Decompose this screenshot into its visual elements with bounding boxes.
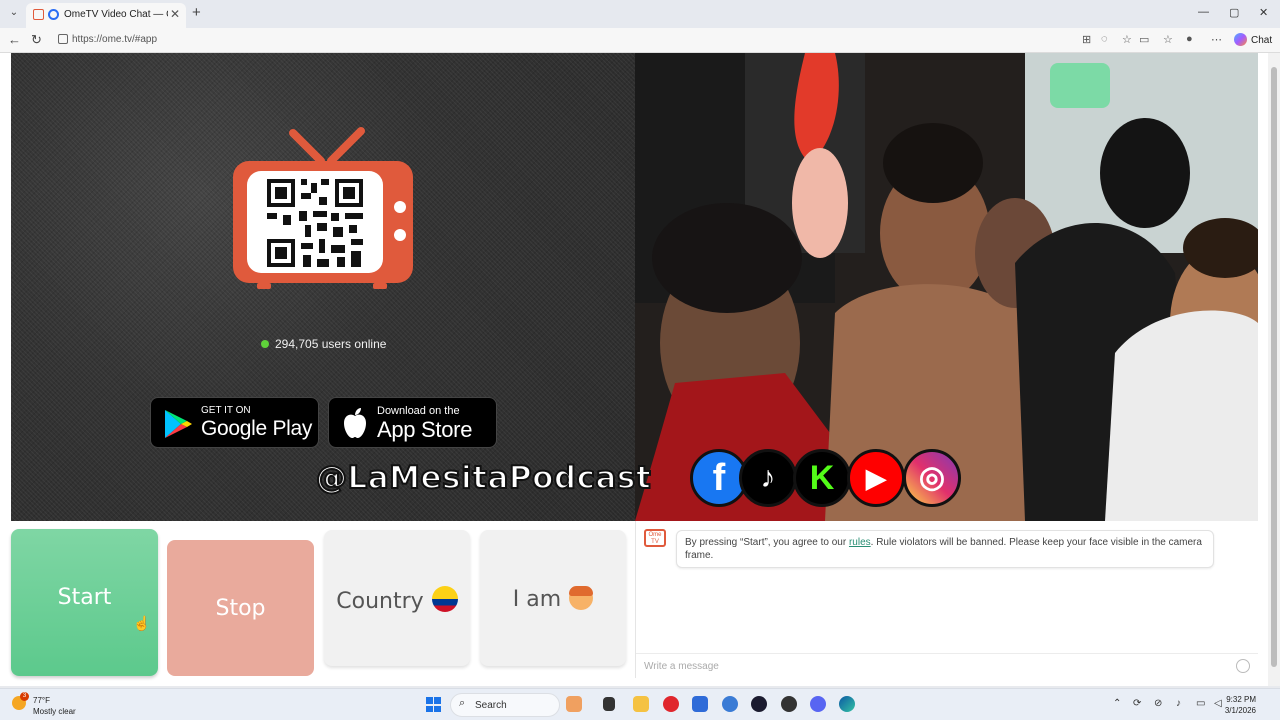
copilot-icon [1234,33,1247,46]
app-store-big: App Store [377,417,473,442]
app-icon[interactable] [722,696,738,712]
app2-icon[interactable] [751,696,767,712]
discord-icon[interactable] [810,696,826,712]
ometv-page: 294,705 users online GET IT ON Google Pl… [0,53,1280,686]
browser-tabbar: ⌄ OmeTV Video Chat — Omegle ✕ + — ▢ ✕ [0,0,1280,28]
weather-temp: 77°F [33,696,50,705]
tiktok-icon: ♪ [739,449,797,507]
favorites-icon[interactable]: ☆ [1163,33,1173,46]
youtube-icon: ▶ [847,449,905,507]
message-placeholder: Write a message [644,661,719,672]
favorite-star-icon[interactable]: ☆ [1122,33,1132,46]
windows-taskbar: 3 77°F Mostly clear ⌕ Search ⌃ ⟳ ⊘ ♪ ▭ ◁ … [0,688,1280,720]
country-label: Country [336,589,424,614]
window-close-button[interactable]: ✕ [1259,6,1268,19]
copilot-chat-button[interactable]: Chat [1234,33,1272,46]
more-options-icon[interactable]: ⋯ [1211,33,1222,46]
instagram-icon: ◎ [903,449,961,507]
ometv-logo-icon: Ome TV [644,529,666,547]
windows-start-icon[interactable] [426,697,441,712]
stop-label: Stop [215,596,266,621]
media-icon[interactable]: ▭ [1139,33,1149,46]
file-explorer-icon[interactable] [633,696,649,712]
taskbar-search[interactable]: ⌕ Search [450,693,560,717]
google-play-small: GET IT ON [201,405,251,416]
task-view-icon[interactable] [603,697,615,711]
profile-avatar-icon[interactable]: ● [1186,33,1193,45]
apple-icon [344,408,366,438]
google-play-icon [165,410,192,438]
split-screen-icon[interactable]: ⊞ [1082,33,1091,46]
edge-icon[interactable] [839,696,855,712]
workspace-icon [33,9,44,20]
tv-qr-icon[interactable] [233,127,413,292]
emoji-icon[interactable] [1236,659,1250,673]
weather-badge: 3 [20,692,29,701]
podcast-handle: @LaMesitaPodcast [315,459,652,497]
url-text: https://ome.tv/#app [72,34,158,45]
volume-icon[interactable]: ◁ [1214,698,1222,709]
scrollbar-thumb[interactable] [1271,67,1277,667]
country-button[interactable]: Country [324,530,470,666]
page-scrollbar[interactable] [1268,53,1280,686]
refresh-icon[interactable]: ↻ [31,32,42,48]
hand-cursor-icon: ☝ [133,615,151,631]
iam-label: I am [512,587,562,612]
tab-ometv[interactable]: OmeTV Video Chat — Omegle ✕ [26,3,186,28]
tab-close-icon[interactable]: ✕ [170,7,180,21]
address-bar[interactable]: https://ome.tv/#app [52,31,1192,50]
minimize-button[interactable]: — [1198,6,1209,18]
taskbar-search-label: Search [475,700,507,711]
rules-link[interactable]: rules [849,537,871,548]
microphone-icon[interactable]: ♪ [1176,698,1181,709]
system-clock[interactable]: 9:32 PM 3/1/2026 [1225,694,1256,716]
browser-toolbar: ← ↻ https://ome.tv/#app ⊞ ◌ ☆ ▭ ☆ ● ⋯ Ch… [0,28,1280,53]
stop-button[interactable]: Stop [167,540,314,676]
tray-sync-icon[interactable]: ⟳ [1133,698,1141,709]
store-icon[interactable] [692,696,708,712]
site-info-icon[interactable] [58,34,68,44]
weather-text: 77°F Mostly clear [33,695,76,717]
site-favicon-icon [48,9,59,20]
kick-icon: K [793,449,851,507]
start-label: Start [57,585,112,610]
app-store-small: Download on the [377,405,460,417]
network-icon[interactable]: ▭ [1196,698,1205,709]
chat-label: Chat [1251,35,1273,46]
back-arrow-icon[interactable]: ← [8,32,21,47]
iam-label-wrap: I am [480,586,626,612]
restore-button[interactable]: ▢ [1229,6,1239,19]
users-online-text: 294,705 users online [275,337,387,351]
tray-app-icon[interactable]: ⊘ [1154,698,1162,709]
tab-actions-menu[interactable]: ⌄ [6,5,22,21]
gender-button[interactable]: I am [480,530,626,666]
app-store-button[interactable]: Download on the App Store [328,397,497,448]
chat-panel: Ome TV By pressing “Start”, you agree to… [635,521,1258,678]
clock-time: 9:32 PM [1226,695,1256,704]
country-label-wrap: Country [324,586,470,614]
start-button[interactable]: Start [11,529,158,676]
online-dot-icon [261,340,269,348]
notice-before: By pressing “Start”, you agree to our [685,537,849,548]
system-notice: By pressing “Start”, you agree to our ru… [676,530,1214,568]
new-tab-button[interactable]: + [192,4,201,21]
google-play-button[interactable]: GET IT ON Google Play [150,397,319,448]
tab-title: OmeTV Video Chat — Omegle [64,9,168,20]
app3-icon[interactable] [781,696,797,712]
my-video-panel: 294,705 users online GET IT ON Google Pl… [11,53,635,521]
tray-chevron-icon[interactable]: ⌃ [1113,698,1121,709]
search-icon: ⌕ [459,697,466,709]
clock-date: 3/1/2026 [1224,706,1256,715]
weather-desc: Mostly clear [33,707,76,716]
people-widget-icon[interactable] [566,696,582,712]
colombia-flag-icon [431,586,458,612]
message-input[interactable]: Write a message [636,653,1258,678]
users-online: 294,705 users online [261,337,386,351]
boy-face-icon [569,586,594,610]
reading-mode-icon[interactable]: ◌ [1101,33,1108,45]
google-play-big: Google Play [201,417,313,440]
opera-icon[interactable] [663,696,679,712]
